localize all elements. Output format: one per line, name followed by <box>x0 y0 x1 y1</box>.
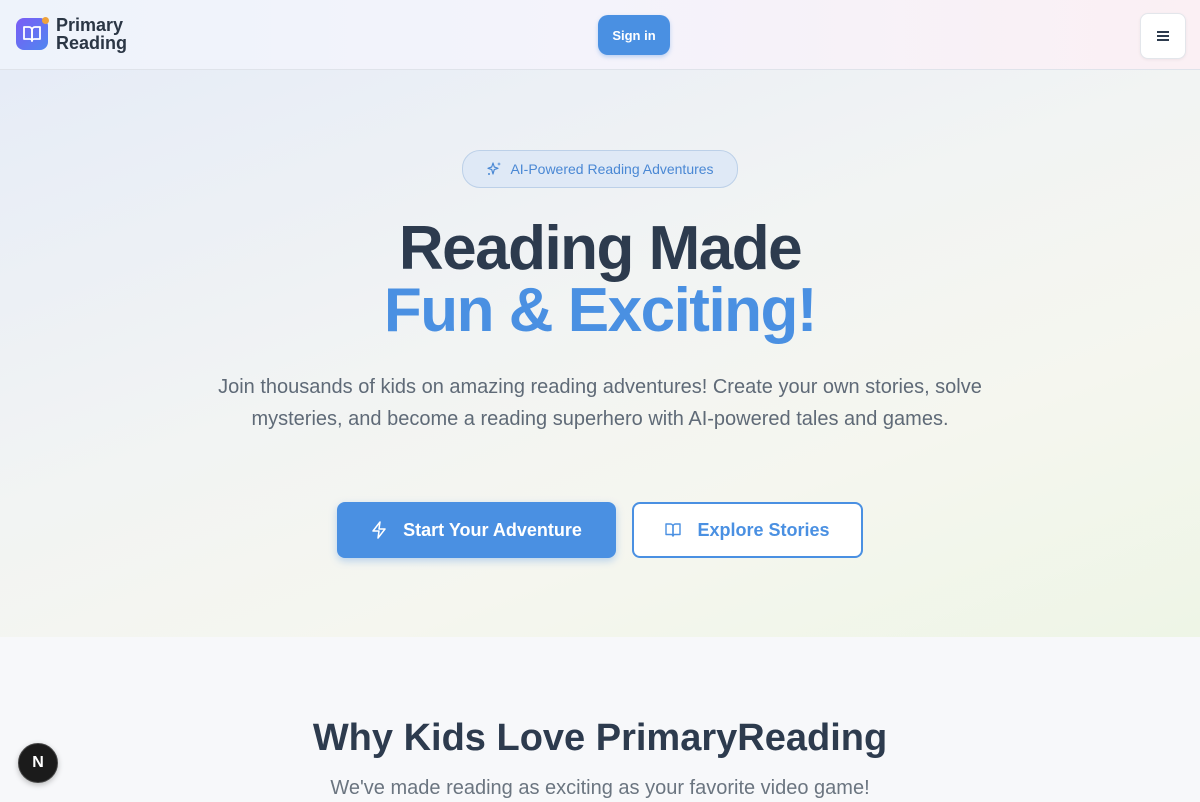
features-title: Why Kids Love PrimaryReading <box>312 717 888 759</box>
brand-name: Primary Reading <box>56 16 127 52</box>
ai-badge-label: AI-Powered Reading Adventures <box>510 161 714 177</box>
book-icon <box>16 17 49 50</box>
explore-stories-button[interactable]: Explore Stories <box>632 502 863 558</box>
hero-title-accent: Fun & Exciting! <box>383 276 818 345</box>
brand-logo-link[interactable]: Primary Reading <box>16 16 127 52</box>
sparkles-icon <box>487 162 502 175</box>
hamburger-menu-icon <box>1157 31 1169 41</box>
brand-line-2: Reading <box>56 33 128 53</box>
dev-tools-badge[interactable]: N <box>18 743 58 783</box>
hero-section: AI-Powered Reading Adventures Reading Ma… <box>0 70 1200 637</box>
top-navbar: Primary Reading Sign in <box>0 0 1200 70</box>
menu-button[interactable] <box>1140 13 1186 59</box>
explore-stories-label: Explore Stories <box>697 519 830 540</box>
features-subtitle: We've made reading as exciting as your f… <box>330 777 870 799</box>
open-book-icon <box>665 523 682 537</box>
brand-line-1: Primary <box>56 15 124 35</box>
logo-dot <box>42 17 49 24</box>
hero-title: Reading Made <box>398 214 803 283</box>
start-adventure-button[interactable]: Start Your Adventure <box>337 502 616 558</box>
lightning-icon <box>372 521 386 539</box>
sign-in-button[interactable]: Sign in <box>598 15 670 55</box>
ai-badge: AI-Powered Reading Adventures <box>462 150 738 188</box>
hero-description: Join thousands of kids on amazing readin… <box>218 376 982 430</box>
start-adventure-label: Start Your Adventure <box>403 519 582 540</box>
